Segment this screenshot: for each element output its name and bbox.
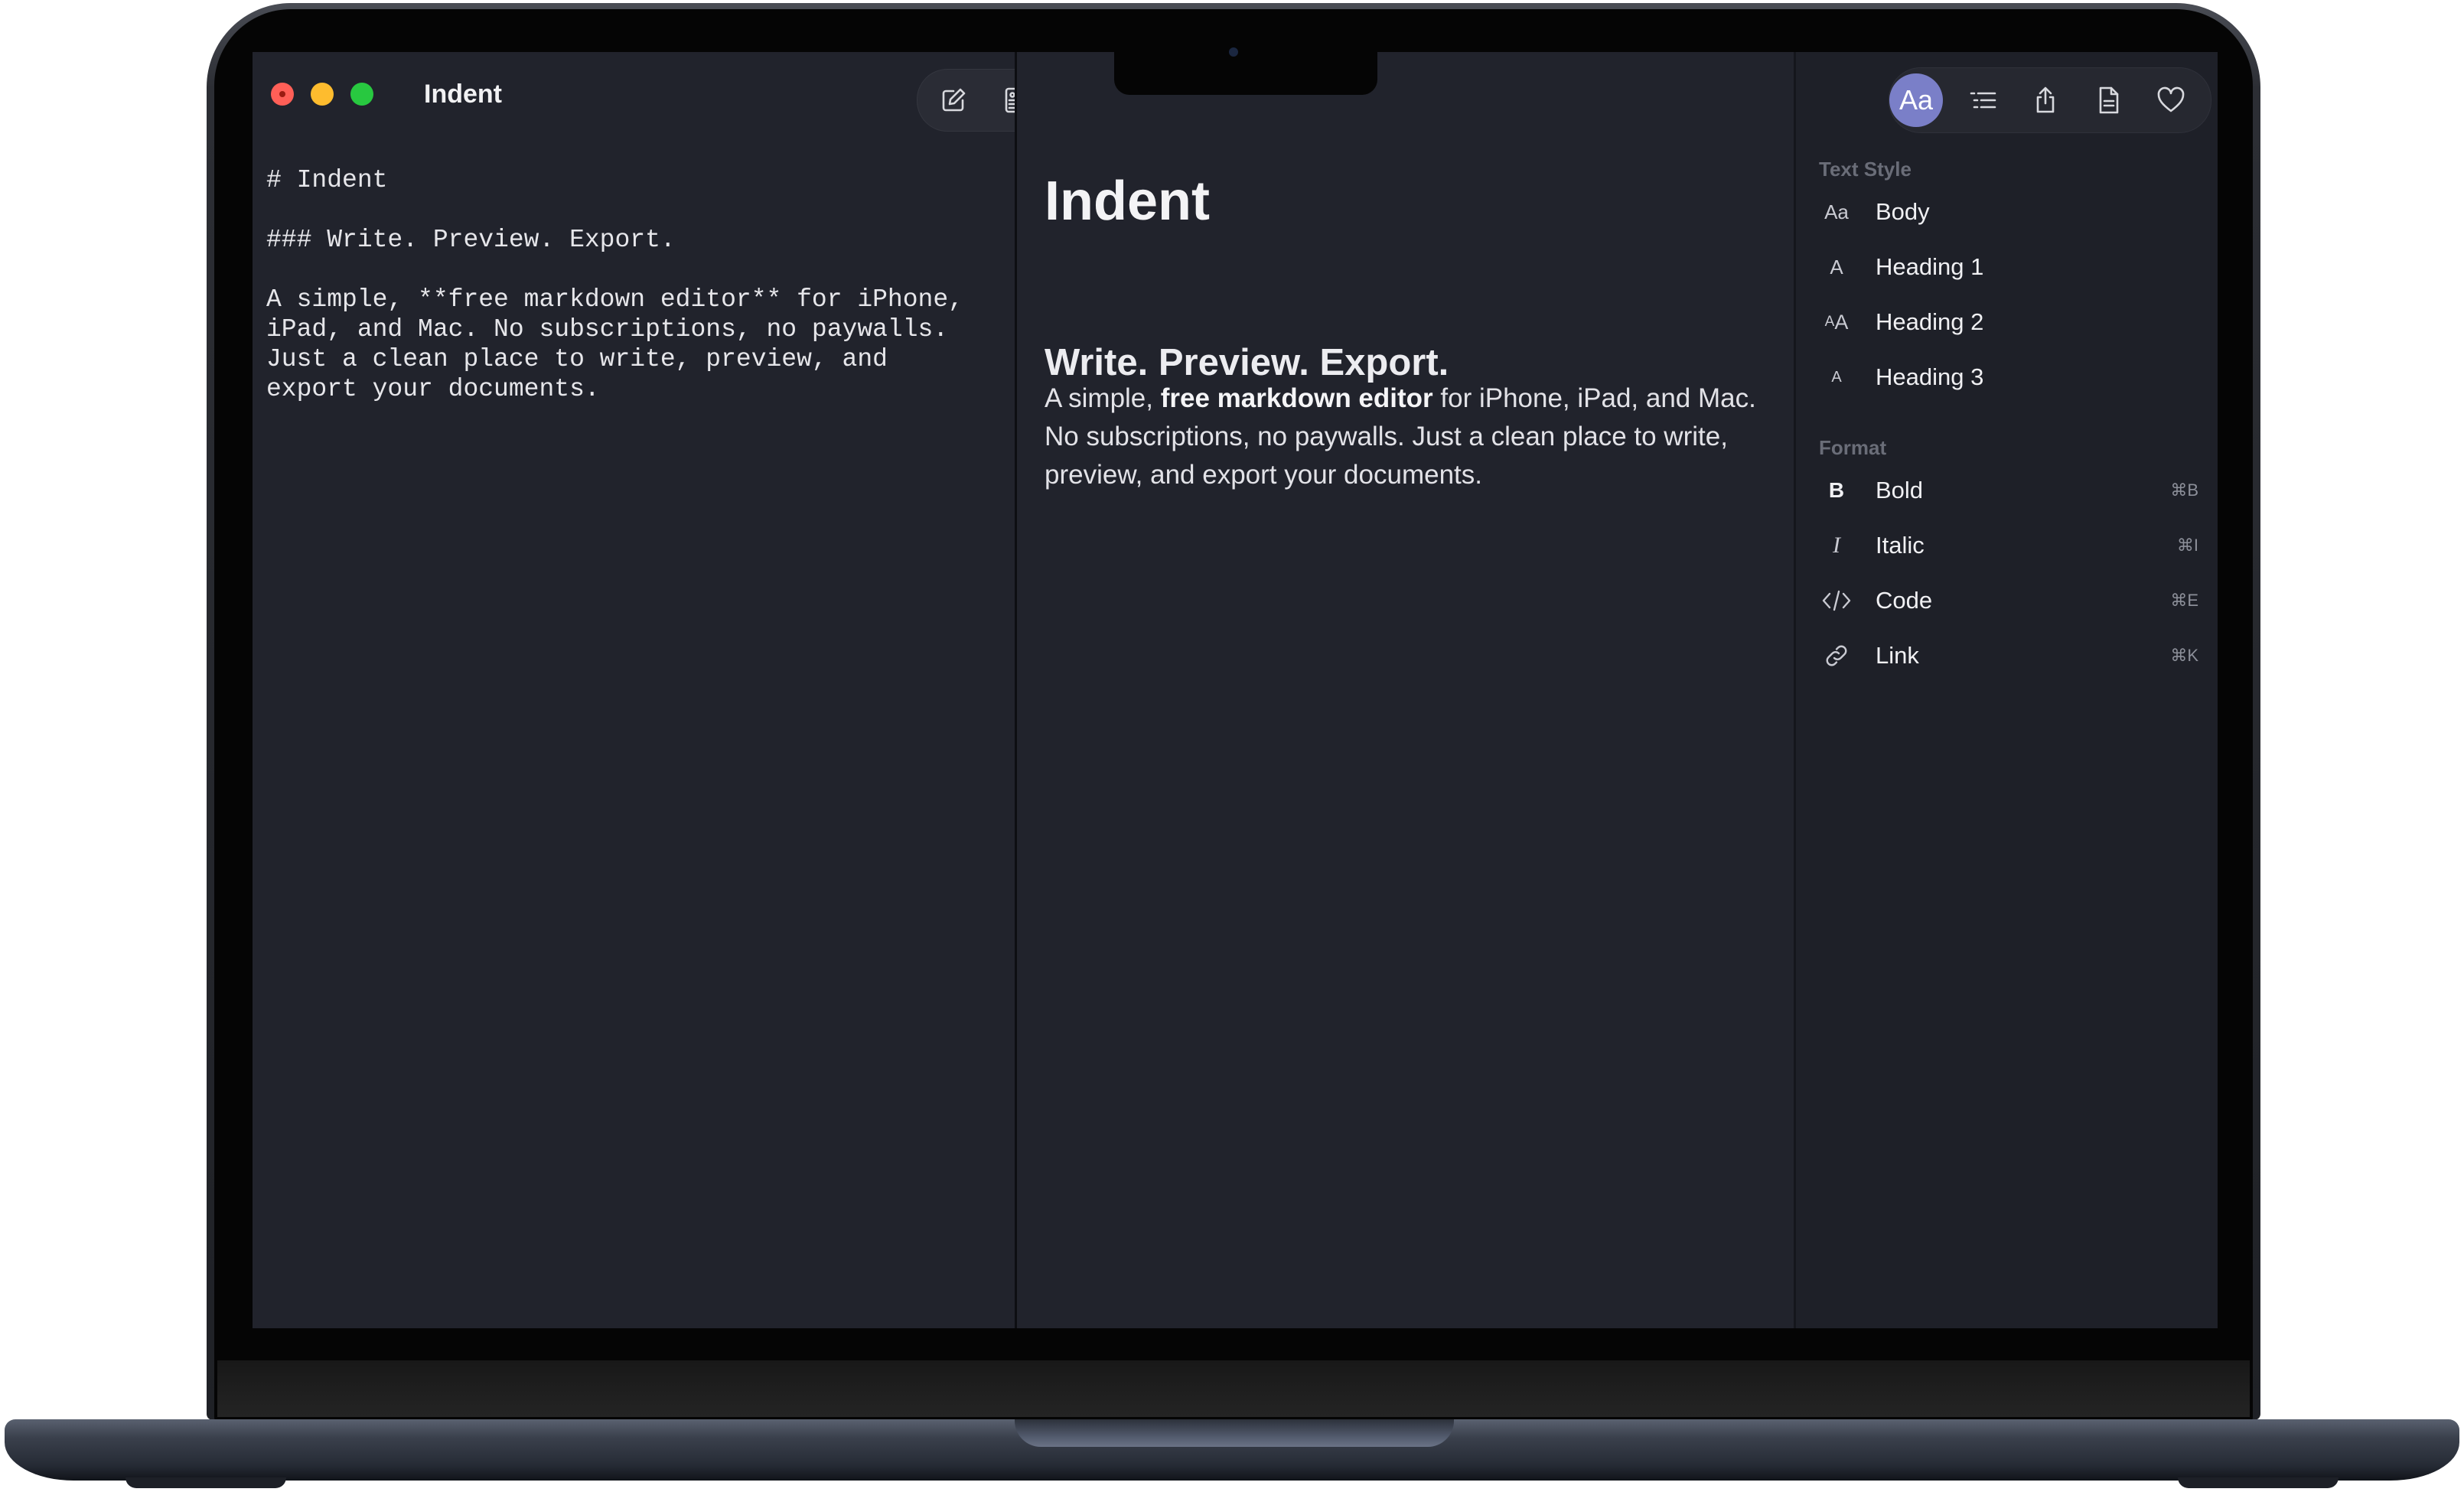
preview-heading-3: Write. Preview. Export.	[1045, 342, 1449, 383]
heading-1-style-icon: A	[1830, 255, 1843, 279]
format-link[interactable]: Link ⌘K	[1816, 634, 2198, 678]
share-icon	[2036, 86, 2055, 113]
preview-pane: Indent Write. Preview. Export. A simple,…	[1017, 52, 1794, 1328]
markdown-source-editor[interactable]: # Indent ### Write. Preview. Export. A sim…	[266, 165, 1001, 404]
document-info-button[interactable]	[2084, 76, 2133, 125]
source-line[interactable]: ### Write. Preview. Export.	[266, 225, 1001, 255]
laptop-foot-left	[125, 1477, 286, 1488]
compose-icon	[942, 88, 966, 112]
text-style-section-label: Text Style	[1819, 158, 1912, 181]
text-style-heading-3[interactable]: A Heading 3	[1816, 355, 2198, 399]
format-section-label: Format	[1819, 436, 1887, 459]
heading-3-style-icon: A	[1831, 368, 1842, 386]
text-style-label: Body	[1876, 198, 1930, 225]
source-line[interactable]: Just a clean place to write, preview, an…	[266, 344, 1001, 374]
preview-heading-1: Indent	[1045, 171, 1210, 232]
heading-2-style-icon: AA	[1824, 310, 1849, 334]
source-line[interactable]	[266, 255, 1001, 285]
minimize-window-button[interactable]	[311, 83, 334, 106]
source-line[interactable]: iPad, and Mac. No subscriptions, no payw…	[266, 314, 1001, 344]
format-italic[interactable]: I Italic ⌘I	[1816, 523, 2198, 568]
text-style-heading-2[interactable]: AA Heading 2	[1816, 300, 2198, 344]
text-style-label: Heading 2	[1876, 308, 1984, 335]
outline-button[interactable]	[1958, 76, 2007, 125]
link-icon	[1816, 643, 1857, 669]
text-style-body[interactable]: Aa Body	[1816, 190, 2198, 234]
format-label: Bold	[1876, 477, 1924, 503]
italic-icon: I	[1833, 533, 1840, 558]
text-style-label: Heading 1	[1876, 253, 1984, 280]
text-style-heading-1[interactable]: A Heading 1	[1816, 245, 2198, 289]
shortcut-hint: ⌘B	[2170, 481, 2198, 500]
preview-paragraph-bold: free markdown editor	[1160, 383, 1433, 413]
bold-icon: B	[1828, 478, 1845, 502]
editor-pane[interactable]: Indent # Indent ### Write. Preview. Expo…	[253, 52, 1113, 1328]
preview-paragraph: A simple, free markdown editor for iPhon…	[1045, 380, 1764, 494]
screen-chin	[217, 1360, 2250, 1417]
camera-lens	[1229, 47, 1238, 57]
text-style-label: Heading 3	[1876, 363, 1984, 390]
text-style-button[interactable]: Aa	[1889, 73, 1943, 127]
format-label: Link	[1876, 642, 1919, 669]
favorite-button[interactable]	[2146, 76, 2195, 125]
app-window: Indent # Indent ### Write. Preview. Expo…	[253, 52, 2218, 1328]
document-icon	[2099, 86, 2119, 114]
share-button[interactable]	[2021, 76, 2070, 125]
laptop-opening-notch	[1015, 1419, 1454, 1447]
source-line[interactable]: A simple, **free markdown editor** for i…	[266, 285, 1001, 314]
shortcut-hint: ⌘K	[2170, 646, 2198, 665]
laptop-foot-right	[2178, 1477, 2339, 1488]
body-style-icon: Aa	[1824, 200, 1849, 223]
shortcut-hint: ⌘I	[2176, 536, 2198, 555]
zoom-window-button[interactable]	[350, 83, 373, 106]
format-label: Italic	[1876, 532, 1925, 559]
compose-button[interactable]	[925, 77, 982, 123]
preview-paragraph-text: A simple,	[1045, 383, 1161, 413]
inspector-toolbar: Aa	[1889, 67, 2211, 133]
format-inspector: Aa Text Style Aa Body A Heading 1 A A He…	[1796, 52, 2218, 1328]
code-icon	[1816, 589, 1857, 612]
outline-list-icon	[1970, 92, 1996, 109]
format-label: Code	[1876, 587, 1933, 614]
close-window-button[interactable]	[271, 83, 294, 106]
format-bold[interactable]: B Bold ⌘B	[1816, 468, 2198, 513]
heart-icon	[2157, 86, 2185, 112]
source-line[interactable]	[266, 195, 1001, 225]
source-line[interactable]: export your documents.	[266, 374, 1001, 404]
source-line[interactable]: # Indent	[266, 165, 1001, 195]
shortcut-hint: ⌘E	[2170, 591, 2198, 610]
window-title: Indent	[424, 80, 502, 109]
format-code[interactable]: Code ⌘E	[1816, 578, 2198, 623]
camera-notch	[1114, 52, 1377, 95]
